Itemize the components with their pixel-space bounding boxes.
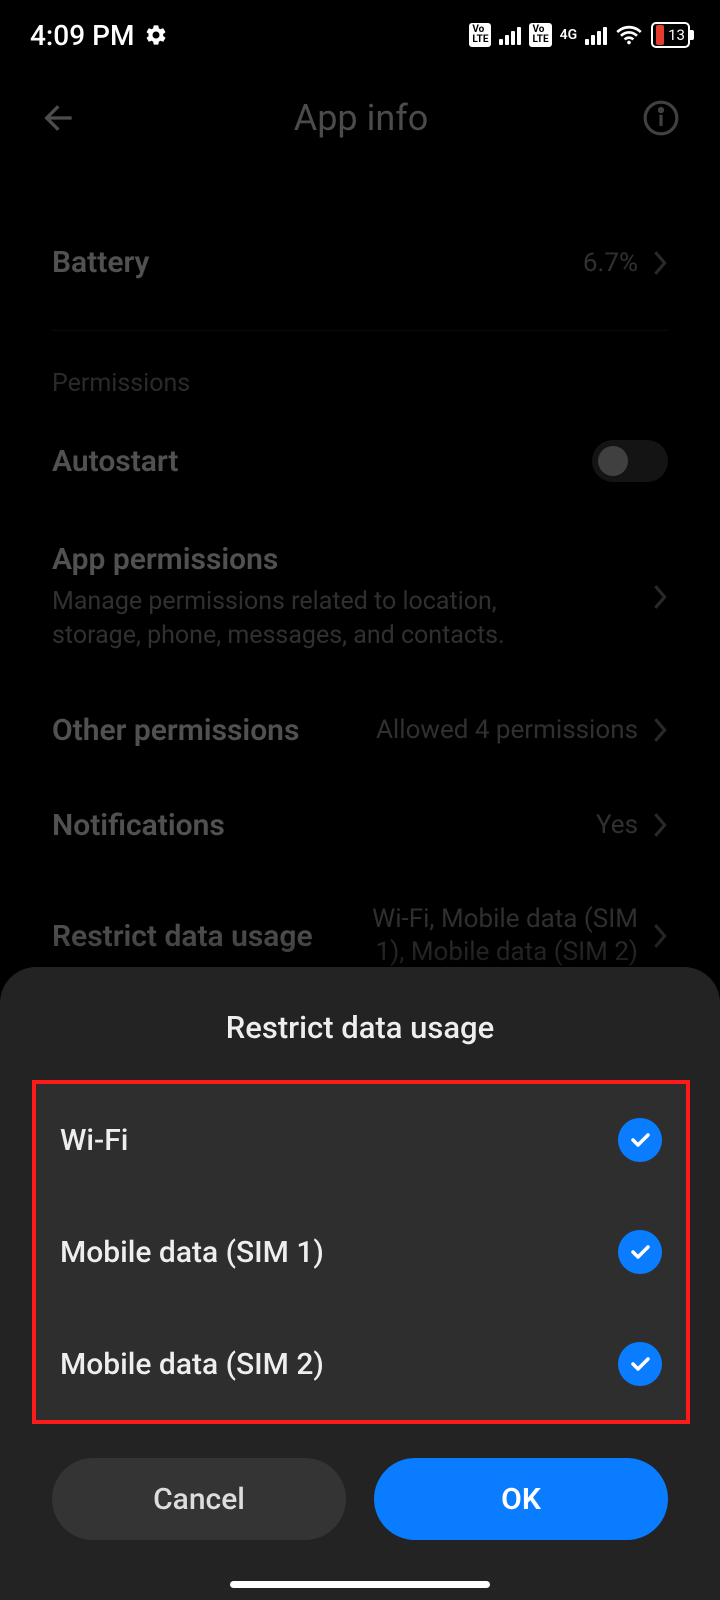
home-indicator[interactable] bbox=[230, 1581, 490, 1588]
option-label: Mobile data (SIM 2) bbox=[60, 1347, 324, 1382]
status-right: VoLTE VoLTE 4G 13 bbox=[469, 22, 690, 48]
restrict-data-dialog: Restrict data usage Wi-Fi Mobile data (S… bbox=[0, 967, 720, 1600]
signal-sim2-icon bbox=[585, 25, 607, 45]
section-header-permissions: Permissions bbox=[0, 341, 720, 410]
option-mobile-sim2[interactable]: Mobile data (SIM 2) bbox=[56, 1308, 666, 1420]
dialog-title: Restrict data usage bbox=[0, 967, 720, 1080]
row-battery[interactable]: Battery 6.7% bbox=[52, 215, 668, 310]
row-otherperms-title: Other permissions bbox=[52, 713, 299, 748]
volte-icon: VoLTE bbox=[469, 23, 491, 47]
status-time: 4:09 PM bbox=[30, 19, 134, 52]
dialog-buttons: Cancel OK bbox=[0, 1424, 720, 1600]
divider bbox=[52, 330, 668, 331]
autostart-toggle[interactable] bbox=[592, 440, 668, 482]
battery-icon: 13 bbox=[651, 22, 690, 48]
chevron-right-icon bbox=[652, 249, 668, 277]
back-icon[interactable] bbox=[40, 98, 80, 138]
checkmark-icon bbox=[618, 1118, 662, 1162]
row-notifications[interactable]: Notifications Yes bbox=[52, 778, 668, 873]
fourg-icon: 4G bbox=[560, 27, 578, 43]
row-notifications-value: Yes bbox=[596, 810, 638, 840]
row-autostart[interactable]: Autostart bbox=[52, 410, 668, 512]
gear-icon bbox=[144, 23, 168, 47]
page-title: App info bbox=[110, 97, 612, 139]
status-left: 4:09 PM bbox=[30, 19, 168, 52]
chevron-right-icon bbox=[652, 811, 668, 839]
option-mobile-sim1[interactable]: Mobile data (SIM 1) bbox=[56, 1196, 666, 1308]
row-appperms-sub: Manage permissions related to location, … bbox=[52, 585, 552, 653]
signal-sim1-icon bbox=[499, 25, 521, 45]
chevron-right-icon bbox=[652, 922, 668, 950]
chevron-right-icon bbox=[652, 716, 668, 744]
dialog-options: Wi-Fi Mobile data (SIM 1) Mobile data (S… bbox=[32, 1080, 690, 1424]
row-otherperms-value: Allowed 4 permissions bbox=[376, 715, 638, 745]
status-bar: 4:09 PM VoLTE VoLTE 4G 13 bbox=[0, 0, 720, 70]
ok-button[interactable]: OK bbox=[374, 1458, 668, 1540]
row-other-permissions[interactable]: Other permissions Allowed 4 permissions bbox=[52, 683, 668, 778]
row-restrict-value: Wi-Fi, Mobile data (SIM 1), Mobile data … bbox=[368, 903, 638, 971]
row-autostart-title: Autostart bbox=[52, 444, 179, 479]
title-bar: App info bbox=[0, 70, 720, 165]
row-notifications-title: Notifications bbox=[52, 808, 225, 843]
info-icon[interactable] bbox=[642, 99, 680, 137]
chevron-right-icon bbox=[652, 583, 668, 611]
cancel-button[interactable]: Cancel bbox=[52, 1458, 346, 1540]
row-restrict-data[interactable]: Restrict data usage Wi-Fi, Mobile data (… bbox=[52, 873, 668, 971]
volte2-icon: VoLTE bbox=[529, 23, 551, 47]
option-label: Mobile data (SIM 1) bbox=[60, 1235, 324, 1270]
row-app-permissions[interactable]: App permissions Manage permissions relat… bbox=[52, 512, 668, 683]
checkmark-icon bbox=[618, 1342, 662, 1386]
checkmark-icon bbox=[618, 1230, 662, 1274]
option-wifi[interactable]: Wi-Fi bbox=[56, 1084, 666, 1196]
option-label: Wi-Fi bbox=[60, 1123, 128, 1158]
row-battery-title: Battery bbox=[52, 245, 149, 280]
row-battery-value: 6.7% bbox=[583, 248, 638, 278]
row-restrict-title: Restrict data usage bbox=[52, 919, 313, 954]
row-appperms-title: App permissions bbox=[52, 542, 552, 577]
battery-pct: 13 bbox=[668, 26, 685, 44]
wifi-icon bbox=[615, 24, 643, 46]
